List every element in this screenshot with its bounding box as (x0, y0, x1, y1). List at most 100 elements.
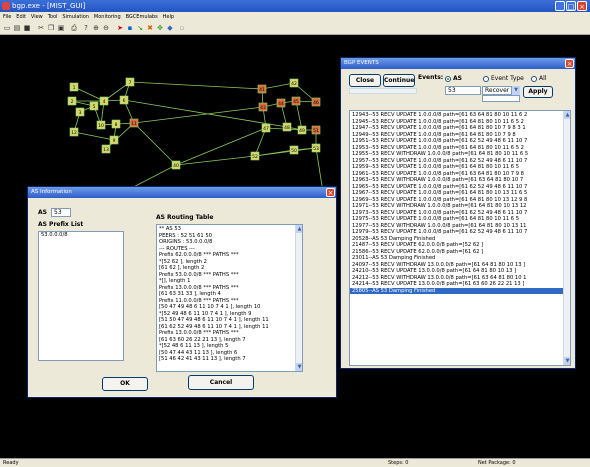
as-node-40[interactable]: 40 (171, 160, 181, 170)
menu-tool[interactable]: Tool (48, 12, 58, 22)
as-node-41[interactable]: 41 (257, 84, 267, 94)
window-title: bgp.exe - [MIST_GUI] (12, 2, 86, 10)
continue-button[interactable]: Continue (383, 74, 415, 87)
graph-link (133, 122, 177, 166)
graph-link (254, 149, 295, 157)
node-icon[interactable]: ▪ (126, 24, 134, 32)
as-filter-field[interactable]: 53 (445, 86, 481, 95)
radio-event-type[interactable] (483, 76, 489, 82)
menu-monitoring[interactable]: Monitoring (94, 12, 121, 22)
as-node-7[interactable]: 7 (125, 77, 135, 87)
prefix-list[interactable]: 53.0.0.0/8 (38, 231, 124, 361)
as-node-1[interactable]: 1 (69, 82, 79, 92)
as-node-label: 43 (260, 105, 266, 111)
link-icon[interactable]: ↘ (136, 24, 144, 32)
events-scrollbar[interactable]: ▲ ▼ (563, 111, 570, 365)
as-node-44[interactable]: 44 (276, 98, 286, 108)
as-node-3[interactable]: 3 (75, 107, 85, 117)
select-icon[interactable]: ➤ (116, 24, 124, 32)
as-node-48[interactable]: 48 (282, 122, 292, 132)
as-node-47[interactable]: 47 (261, 123, 271, 133)
event-type-value: Recover (485, 87, 510, 94)
open-icon[interactable]: ▤ (13, 24, 21, 32)
cut-icon[interactable]: ✂ (37, 24, 45, 32)
as-node-label: 9 (113, 138, 116, 144)
maximize-button[interactable]: □ (566, 1, 576, 11)
event-type-select[interactable]: Recover (482, 86, 512, 95)
as-node-9[interactable]: 9 (109, 135, 119, 145)
events-list[interactable]: 12943--53 RECV UPDATE 1.0.0.0/8 path=[61… (349, 110, 571, 366)
as-node-label: 42 (291, 81, 297, 87)
as-node-10[interactable]: 10 (96, 120, 106, 130)
as-node-53[interactable]: 53 (311, 143, 321, 153)
routing-table-list[interactable]: ** AS 53 PEERS : 52 51 61 50 ORIGINS : 53.… (156, 224, 303, 372)
minimize-button[interactable]: _ (555, 1, 565, 11)
event-row[interactable]: 25805--AS 53 Damping Finished (350, 287, 563, 294)
as-node-label: 10 (98, 123, 104, 129)
graph-link (133, 106, 264, 124)
bgp-events-close-icon[interactable]: × (565, 59, 574, 68)
menu-edit[interactable]: Edit (16, 12, 26, 22)
copy-icon[interactable]: ❐ (47, 24, 55, 32)
events-scroll-up-icon[interactable]: ▲ (564, 111, 570, 119)
as-node-43[interactable]: 43 (258, 102, 268, 112)
events-scroll-down-icon[interactable]: ▼ (564, 357, 570, 365)
help-icon[interactable]: ? (82, 24, 90, 32)
as-node-52[interactable]: 52 (250, 151, 260, 161)
close-events-button[interactable]: Close (349, 74, 381, 87)
as-node-45[interactable]: 45 (291, 96, 301, 106)
toolbar: ▭ ▤ ■ ✂ ❐ ▣ ⎙ ? ⊕ ⊖ ➤ ▪ ↘ ✖ ✥ ◆ ▫ (0, 22, 590, 35)
as-number-field[interactable]: 53 (51, 208, 71, 217)
as-info-close-icon[interactable]: × (326, 188, 335, 197)
event-type-dropdown-icon[interactable]: ▼ (512, 86, 520, 95)
ok-button[interactable]: OK (102, 377, 148, 391)
move-icon[interactable]: ✥ (156, 24, 164, 32)
menu-help[interactable]: Help (163, 12, 174, 22)
radio-as[interactable] (445, 76, 451, 82)
menu-file[interactable]: File (3, 12, 11, 22)
as-node-49[interactable]: 49 (297, 125, 307, 135)
prefix-item[interactable]: 53.0.0.0/8 (39, 232, 123, 239)
routing-table-label: AS Routing Table (156, 214, 214, 221)
as-node-50[interactable]: 50 (289, 145, 299, 155)
menu-view[interactable]: View (31, 12, 43, 22)
delete-icon[interactable]: ✖ (146, 24, 154, 32)
events-slider[interactable] (349, 88, 417, 94)
event-type-spin[interactable] (482, 95, 520, 102)
stop-icon[interactable]: ▫ (178, 24, 186, 32)
as-node-6[interactable]: 6 (119, 95, 129, 105)
new-icon[interactable]: ▭ (3, 24, 11, 32)
as-node-label: 52 (252, 154, 258, 160)
as-label: AS (38, 209, 47, 216)
as-node-12[interactable]: 12 (69, 127, 79, 137)
scroll-down-arrow-icon[interactable]: ▼ (296, 363, 302, 371)
radio-all[interactable] (531, 76, 537, 82)
routing-line[interactable]: [51 46 42 41 43 11 13 ], length 7 (157, 356, 296, 363)
as-node-label: 12 (71, 130, 77, 136)
as-node-label: 41 (259, 87, 265, 93)
routing-table-scrollbar[interactable]: ▲ ▼ (295, 225, 302, 371)
as-node-42[interactable]: 42 (289, 78, 299, 88)
zoom-out-icon[interactable]: ⊖ (102, 24, 110, 32)
radio-event-type-label: Event Type (491, 75, 524, 82)
paste-icon[interactable]: ▣ (57, 24, 65, 32)
menu-bar: File Edit View Tool Simulation Monitorin… (0, 12, 590, 22)
print-icon[interactable]: ⎙ (70, 24, 78, 32)
as-node-51[interactable]: 51 (311, 125, 321, 135)
menu-simulation[interactable]: Simulation (62, 12, 89, 22)
zoom-in-icon[interactable]: ⊕ (92, 24, 100, 32)
apply-button[interactable]: Apply (523, 86, 553, 98)
menu-bgcemulabs[interactable]: BGCEmulabs (126, 12, 158, 22)
as-node-4[interactable]: 4 (99, 96, 109, 106)
as-node-46[interactable]: 46 (311, 97, 321, 107)
as-node-8[interactable]: 8 (111, 119, 121, 129)
scroll-up-arrow-icon[interactable]: ▲ (296, 225, 302, 233)
save-icon[interactable]: ■ (23, 24, 31, 32)
close-button[interactable]: × (577, 1, 587, 11)
as-node-2[interactable]: 2 (67, 96, 77, 106)
run-icon[interactable]: ◆ (166, 24, 174, 32)
as-node-5[interactable]: 5 (89, 101, 99, 111)
as-node-11[interactable]: 11 (129, 118, 139, 128)
as-node-13[interactable]: 13 (101, 144, 111, 154)
cancel-button[interactable]: Cancel (188, 375, 254, 390)
